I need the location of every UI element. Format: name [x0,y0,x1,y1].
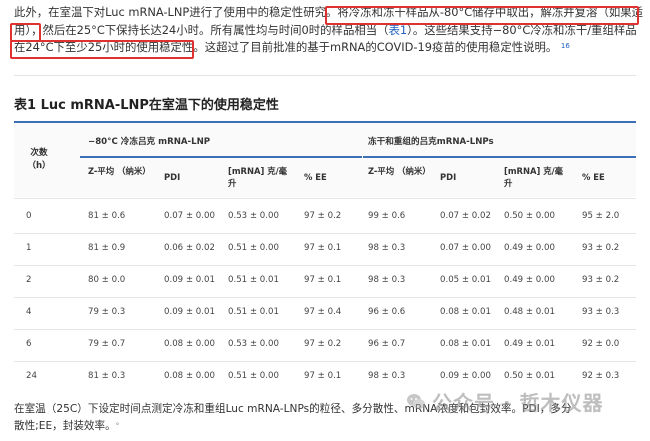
col-header-ee-lyo: % EE [582,172,605,182]
table-cell: 0.53 ± 0.00 [228,211,279,221]
table-cell: 0.08 ± 0.00 [164,371,215,381]
col-header-pdi-frozen: PDI [164,172,181,182]
col-header-mrna-frozen: [mRNA] 克/毫升 [228,166,288,188]
table-cell: 79 ± 0.7 [88,339,126,349]
table-cell: 0.07 ± 0.02 [440,211,491,221]
timepoint-header: 次数（h） [27,148,51,171]
table-cell: 0.50 ± 0.01 [504,371,555,381]
table-cell: 81 ± 0.3 [88,371,126,381]
row-separator [14,329,636,330]
caption-mark: ° [115,422,120,430]
table-cell: 0.53 ± 0.00 [228,339,279,349]
paragraph-line-2: 用），然后在25°C下保持长达24小时。所有属性均与时间0时的样品相当（表1）。… [14,22,637,37]
table-cell: 93 ± 0.3 [582,307,620,317]
table-cell: 97 ± 0.1 [304,371,342,381]
col-header-zavg-lyo: Z-平均 （纳米） [368,166,431,176]
row-separator [14,233,636,234]
table-cell: 97 ± 0.4 [304,307,342,317]
table-cell: 97 ± 0.1 [304,243,342,253]
wechat-icon [407,393,425,409]
table-cell: 96 ± 0.7 [368,339,406,349]
table-cell: 93 ± 0.2 [582,243,620,253]
table-cell: 92 ± 0.0 [582,339,620,349]
col-header-mrna-lyo: [mRNA] 克/毫升 [504,166,564,188]
table-cell: 0.08 ± 0.01 [440,339,491,349]
row-separator [14,297,636,298]
table-cell: 95 ± 2.0 [582,211,620,221]
table-cell: 81 ± 0.9 [88,243,126,253]
table-cell: 0.51 ± 0.01 [228,275,279,285]
paragraph-line-1: 此外，在室温下对Luc mRNA-LNP进行了使用中的稳定性研究。将冷冻和冻干样… [14,5,644,19]
section-divider [14,75,636,76]
timepoint-cell: 1 [26,243,32,253]
timepoint-cell: 24 [26,371,37,381]
table-cell: 0.06 ± 0.02 [164,243,215,253]
table-cell: 79 ± 0.3 [88,307,126,317]
table-cell: 0.51 ± 0.01 [228,307,279,317]
group-header-frozen: −80°C 冷冻吕克 mRNA-LNP [88,137,211,147]
table-cell: 98 ± 0.3 [368,243,406,253]
table-cell: 0.07 ± 0.00 [164,211,215,221]
group-rule-frozen [80,156,362,158]
timepoint-cell: 2 [26,275,32,285]
table-title: 表1 Luc mRNA-LNP在室温下的使用稳定性 [14,98,279,113]
table-cell: 0.09 ± 0.00 [440,371,491,381]
timepoint-cell: 6 [26,339,32,349]
table-cell: 96 ± 0.6 [368,307,406,317]
table-cell: 0.05 ± 0.01 [440,275,491,285]
table-cell: 0.50 ± 0.00 [504,211,555,221]
table-cell: 81 ± 0.6 [88,211,126,221]
table-cell: 93 ± 0.2 [582,275,620,285]
table-cell: 97 ± 0.2 [304,339,342,349]
col-header-ee-frozen: % EE [304,172,327,182]
watermark: 公众号 · 哲木仪器 [406,387,604,416]
table-cell: 0.08 ± 0.01 [440,307,491,317]
footnote-ref[interactable]: 16 [561,42,570,50]
table-cell: 0.09 ± 0.01 [164,275,215,285]
row-separator [14,265,636,266]
timepoint-cell: 0 [26,211,32,221]
table-cell: 97 ± 0.1 [304,275,342,285]
paragraph-line-3: 在24°C下至少25小时的使用稳定性。这超过了目前批准的基于mRNA的COVID… [14,40,570,55]
table-cell: 80 ± 0.0 [88,275,126,285]
table-cell: 0.08 ± 0.00 [164,339,215,349]
table-cell: 97 ± 0.2 [304,211,342,221]
table-cell: 0.49 ± 0.00 [504,275,555,285]
table-cell: 92 ± 0.3 [582,371,620,381]
table-top-rule [14,121,636,123]
watermark-text: 公众号 · 哲木仪器 [432,391,604,415]
group-rule-lyo [363,156,636,158]
table-cell: 0.49 ± 0.01 [504,339,555,349]
intro-paragraph: 此外，在室温下对Luc mRNA-LNP进行了使用中的稳定性研究。将冷冻和冻干样… [14,4,644,57]
table-cell: 0.51 ± 0.00 [228,243,279,253]
table-cell: 0.49 ± 0.00 [504,243,555,253]
caption-line-2: 散性;EE，封装效率。° [14,420,120,432]
table-cell: 0.09 ± 0.01 [164,307,215,317]
col-header-pdi-lyo: PDI [440,172,457,182]
table-cell: 0.51 ± 0.00 [228,371,279,381]
header-bottom-rule [14,198,636,199]
table-cell: 0.07 ± 0.00 [440,243,491,253]
row-separator [14,361,636,362]
table-cell: 98 ± 0.3 [368,371,406,381]
timepoint-cell: 4 [26,307,32,317]
table-1-link[interactable]: 表1 [389,23,408,37]
col-header-zavg-frozen: Z-平均 （纳米） [88,166,151,176]
table-cell: 0.48 ± 0.01 [504,307,555,317]
table-cell: 98 ± 0.3 [368,275,406,285]
table-cell: 99 ± 0.6 [368,211,406,221]
group-header-lyo: 冻干和重组的吕克mRNA-LNPs [368,137,494,147]
